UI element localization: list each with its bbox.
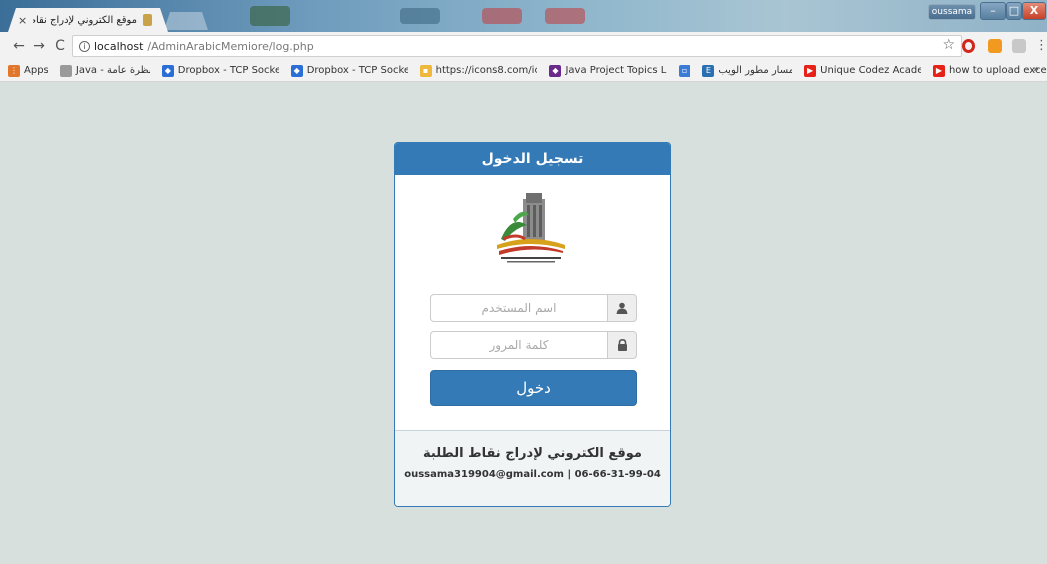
icons8-icon: ▪ [419,64,432,77]
browser-title-bar: × موقع الكتروني لإدراج نقاط الطلبة oussa… [0,0,1047,32]
bookmark-label: Dropbox - TCP Socke [306,65,408,76]
page-icon [59,64,72,77]
bookmark-item[interactable]: ▶ how to upload excel [932,64,1047,77]
background-blob [482,8,522,24]
password-input[interactable] [430,331,607,359]
browser-toolbar: ← → C i localhost/AdminArabicMemiore/log… [0,32,1047,60]
opera-icon[interactable] [962,39,975,53]
reload-icon[interactable]: C [51,37,69,55]
extension-icon[interactable] [1012,39,1026,53]
dropbox-icon: ◆ [161,64,174,77]
bookmark-item[interactable]: E مسار مطور الويب [702,64,793,77]
info-icon[interactable]: i [79,40,90,52]
youtube-icon: ▶ [804,64,817,77]
bookmark-item[interactable]: ◆ Java Project Topics Li [549,64,667,77]
profile-button[interactable]: oussama [928,4,976,20]
login-panel: تسجيل الدخول دخول [394,142,671,507]
contact-info: oussama319904@gmail.com | 06-66-31-99-04 [404,469,661,480]
extension-icon[interactable] [988,39,1002,53]
diamond-icon: ◆ [549,64,562,77]
url-path: /AdminArabicMemiore/log.php [147,39,314,53]
browser-tab[interactable]: × موقع الكتروني لإدراج نقاط الطلبة [8,8,168,32]
menu-dots-icon[interactable]: ⋮ [1035,38,1047,53]
bookmark-item[interactable]: ◆ Dropbox - TCP Socke [161,64,279,77]
page-content: تسجيل الدخول دخول [0,83,1047,564]
back-arrow-icon[interactable]: ← [10,37,28,55]
youtube-icon: ▶ [932,64,945,77]
panel-footer: موقع الكتروني لإدراج نقاط الطلبة oussama… [395,430,670,506]
password-group [430,331,637,359]
apps-grid-icon: ⋮ [8,64,20,77]
bookmarks-overflow-button[interactable]: » [1033,64,1039,75]
bookmark-label: Java Project Topics Li [565,65,667,76]
maximize-button[interactable]: □ [1006,2,1022,20]
dropbox-icon: ◆ [290,64,303,77]
bookmarks-bar: ⋮ Apps Java - نظرة عامة ◆ Dropbox - TCP Sock… [0,60,1047,82]
url-host: localhost [94,39,144,53]
background-blob [545,8,585,24]
bookmark-item[interactable]: ▶ Unique Codez Acade [804,64,921,77]
bookmark-label: https://icons8.com/ic [435,65,538,76]
university-logo [497,193,565,263]
bookmark-label: Dropbox - TCP Socke [177,65,279,76]
login-header: تسجيل الدخول [395,143,670,175]
close-window-button[interactable]: X [1022,2,1046,20]
username-group [430,294,637,322]
user-icon [607,294,637,322]
e-icon: E [702,64,715,77]
forward-arrow-icon[interactable]: → [30,37,48,55]
background-blob [400,8,440,24]
site-title: موقع الكتروني لإدراج نقاط الطلبة [423,446,642,461]
lock-icon [607,331,637,359]
address-bar[interactable]: i localhost/AdminArabicMemiore/log.php ☆ [72,35,962,57]
login-button[interactable]: دخول [430,370,637,406]
bookmark-label: Java - نظرة عامة [75,65,150,76]
bookmark-label: مسار مطور الويب [718,65,793,76]
background-blob [250,6,290,26]
window-icon: ▫ [678,64,691,77]
bookmark-label: Apps [24,65,48,76]
bookmark-item[interactable]: ⋮ Apps [8,64,48,77]
tab-close-icon[interactable]: × [18,14,27,27]
bookmark-label: Unique Codez Acade [820,65,921,76]
bookmark-item[interactable]: ▪ https://icons8.com/ic [419,64,538,77]
tab-title: موقع الكتروني لإدراج نقاط الطلبة [35,14,138,26]
minimize-button[interactable]: – [980,2,1006,20]
username-input[interactable] [430,294,607,322]
university-favicon-icon [143,14,152,26]
bookmark-item[interactable]: ◆ Dropbox - TCP Socke [290,64,408,77]
bookmark-item[interactable]: Java - نظرة عامة [59,64,150,77]
new-tab-button[interactable] [164,12,208,30]
bookmark-item[interactable]: ▫ [678,64,691,77]
bookmark-star-icon[interactable]: ☆ [942,37,955,53]
